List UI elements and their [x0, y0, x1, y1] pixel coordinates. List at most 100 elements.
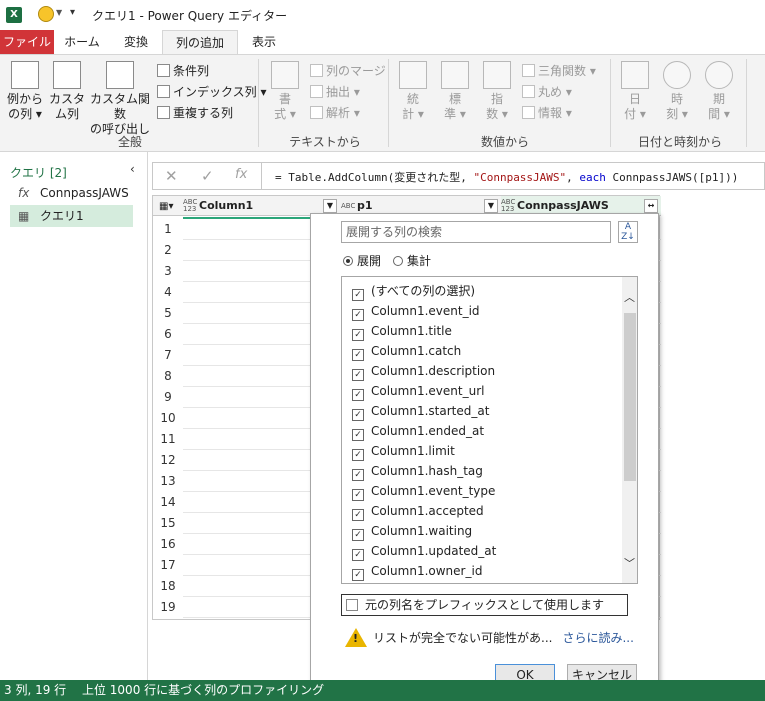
checkbox-checked-icon: ✓	[352, 409, 364, 421]
collapse-pane-icon[interactable]: ‹	[130, 162, 135, 176]
extract-icon	[310, 85, 323, 98]
load-more-link[interactable]: さらに読み...	[562, 631, 633, 645]
column-from-examples-button[interactable]: 例から の列 ▾	[4, 61, 46, 122]
row-number[interactable]: 15	[153, 513, 183, 534]
row-number[interactable]: 5	[153, 303, 183, 324]
row-number[interactable]: 8	[153, 366, 183, 387]
group-label-datetime: 日付と時刻から	[637, 135, 722, 149]
column-checkbox[interactable]: ✓ Column1.title	[352, 321, 452, 341]
statistics-icon	[399, 61, 427, 89]
expand-column-icon[interactable]: ↔	[644, 199, 658, 213]
column-checkbox[interactable]: ✓ Column1.event_type	[352, 481, 495, 501]
row-number[interactable]: 3	[153, 261, 183, 282]
row-number[interactable]: 9	[153, 387, 183, 408]
formula-text[interactable]: = Table.AddColumn(変更された型, "ConnpassJAWS"…	[275, 169, 738, 185]
row-number[interactable]: 11	[153, 429, 183, 450]
group-separator	[610, 59, 611, 147]
column-checkbox[interactable]: ✓ Column1.description	[352, 361, 495, 381]
query-item-query1[interactable]: ▦ クエリ1	[10, 205, 133, 227]
extract-button[interactable]: 抽出 ▾	[310, 84, 360, 100]
checkbox-label: Column1.started_at	[371, 404, 490, 418]
row-number[interactable]: 16	[153, 534, 183, 555]
tab-add-column[interactable]: 列の追加	[162, 30, 238, 54]
select-all-checkbox[interactable]: ✓ (すべての列の選択)	[352, 281, 475, 301]
column-checkbox[interactable]: ✓ Column1.limit	[352, 441, 455, 461]
rounding-button[interactable]: 丸め ▾	[522, 84, 572, 100]
parse-button[interactable]: 解析 ▾	[310, 105, 360, 121]
chevron-down-icon[interactable]: ▼	[56, 8, 62, 17]
tab-transform[interactable]: 変換	[110, 30, 162, 54]
use-prefix-checkbox[interactable]: 元の列名をプレフィックスとして使用します	[341, 594, 628, 616]
column-checkbox[interactable]: ✓ Column1.catch	[352, 341, 461, 361]
fx-icon[interactable]: fx	[235, 167, 247, 182]
trigonometry-icon	[522, 64, 535, 77]
duplicate-column-button[interactable]: 重複する列	[157, 105, 233, 121]
column-checkbox[interactable]: ✓ Column1.waiting	[352, 521, 472, 541]
column-checklist: ✓ (すべての列の選択) ✓ Column1.event_id ✓ Column1.tit…	[341, 276, 638, 584]
column-checkbox[interactable]: ✓ Column1.hash_tag	[352, 461, 483, 481]
expand-radio[interactable]: 展開	[343, 252, 381, 269]
column-checkbox[interactable]: ✓ Column1.event_id	[352, 301, 480, 321]
row-number[interactable]: 2	[153, 240, 183, 261]
row-number[interactable]: 4	[153, 282, 183, 303]
scroll-down-icon[interactable]: ﹀	[624, 555, 635, 571]
information-button[interactable]: 情報 ▾	[522, 105, 572, 121]
scientific-button[interactable]: 指 数 ▾	[480, 61, 514, 122]
group-separator	[746, 59, 747, 147]
conditional-column-button[interactable]: 条件列	[157, 63, 209, 79]
expand-columns-dropdown: 展開する列の検索 A Z↓ 展開 集計 ✓ (すべての列の選択) ✓ Column1.e…	[310, 213, 659, 697]
scroll-thumb[interactable]	[624, 313, 636, 481]
tab-file[interactable]: ファイル	[0, 30, 54, 54]
checkbox-checked-icon: ✓	[352, 289, 364, 301]
aggregate-radio[interactable]: 集計	[393, 252, 431, 269]
query-item-connpassjaws[interactable]: fx ConnpassJAWS	[10, 182, 133, 204]
column-checkbox[interactable]: ✓ Column1.ended_at	[352, 421, 484, 441]
scroll-up-icon[interactable]: ︿	[624, 289, 635, 305]
stopwatch-icon	[705, 61, 733, 89]
group-separator	[258, 59, 259, 147]
checkbox-label: Column1.event_type	[371, 484, 496, 498]
column-checkbox[interactable]: ✓ Column1.updated_at	[352, 541, 496, 561]
column-search-input[interactable]: 展開する列の検索	[341, 221, 611, 243]
column-checkbox[interactable]: ✓ Column1.owner_id	[352, 561, 482, 581]
column-checkbox[interactable]: ✓ Column1.accepted	[352, 501, 484, 521]
standard-button[interactable]: 標 準 ▾	[438, 61, 472, 122]
index-column-button[interactable]: インデックス列 ▾	[157, 84, 267, 100]
group-separator	[388, 59, 389, 147]
row-number[interactable]: 19	[153, 597, 183, 618]
duration-button[interactable]: 期 間 ▾	[702, 61, 736, 122]
checkbox-label: Column1.event_url	[371, 384, 485, 398]
column-checkbox[interactable]: ✓ Column1.event_url	[352, 381, 484, 401]
smiley-feedback-icon[interactable]	[38, 6, 54, 22]
row-number[interactable]: 13	[153, 471, 183, 492]
column-filter-dropdown-icon[interactable]: ▼	[484, 199, 498, 213]
invoke-custom-function-button[interactable]: カスタム関数 の呼び出し	[88, 61, 152, 137]
standard-icon	[441, 61, 469, 89]
merge-columns-button[interactable]: 列のマージ	[310, 63, 386, 79]
trigonometry-button[interactable]: 三角関数 ▾	[522, 63, 596, 79]
tab-home[interactable]: ホーム	[54, 30, 110, 54]
row-number[interactable]: 14	[153, 492, 183, 513]
table-menu-corner[interactable]: ▦▾	[153, 196, 183, 216]
date-button[interactable]: 日 付 ▾	[618, 61, 652, 122]
row-number[interactable]: 17	[153, 555, 183, 576]
custom-column-button[interactable]: カスタ ム列	[48, 61, 86, 122]
time-button[interactable]: 時 刻 ▾	[660, 61, 694, 122]
quick-access-dropdown-icon[interactable]: ▾	[70, 7, 75, 18]
row-number[interactable]: 7	[153, 345, 183, 366]
sort-az-icon[interactable]: A Z↓	[618, 221, 638, 243]
row-number[interactable]: 12	[153, 450, 183, 471]
cancel-formula-icon[interactable]: ✕	[165, 167, 178, 185]
column-filter-dropdown-icon[interactable]: ▼	[323, 199, 337, 213]
row-number[interactable]: 10	[153, 408, 183, 429]
column-checkbox[interactable]: ✓ Column1.started_at	[352, 401, 489, 421]
row-number[interactable]: 18	[153, 576, 183, 597]
statistics-button[interactable]: 統 計 ▾	[396, 61, 430, 122]
checklist-scrollbar[interactable]: ︿ ﹀	[622, 277, 637, 583]
row-number[interactable]: 1	[153, 219, 183, 240]
tab-view[interactable]: 表示	[238, 30, 290, 54]
scientific-icon	[483, 61, 511, 89]
row-number[interactable]: 6	[153, 324, 183, 345]
confirm-formula-icon[interactable]: ✓	[201, 167, 214, 185]
format-button[interactable]: 書 式 ▾	[266, 61, 304, 122]
